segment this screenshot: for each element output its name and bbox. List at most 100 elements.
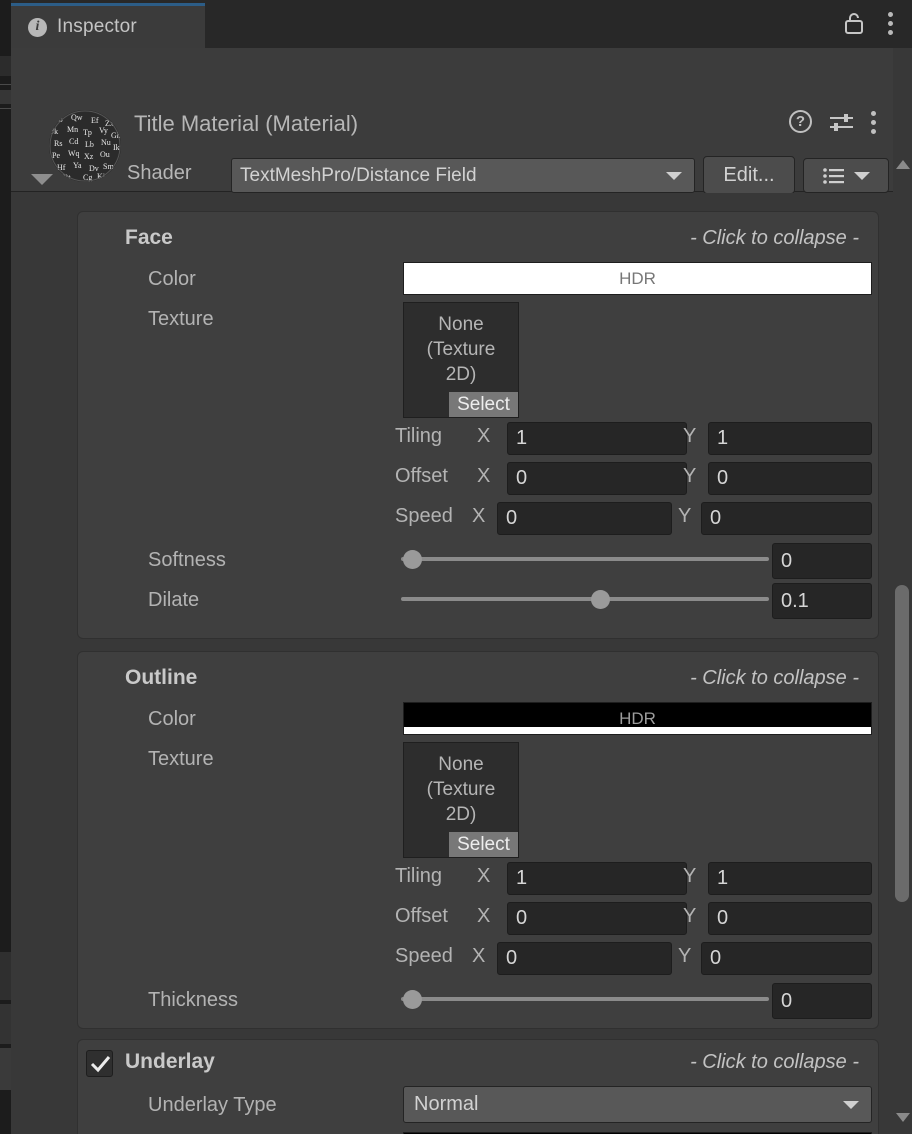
- face-tiling-y-field[interactable]: 1: [708, 422, 872, 455]
- face-offset-y-axis: Y: [683, 465, 696, 488]
- face-texture-line1: None: [404, 312, 518, 337]
- info-icon: i: [28, 18, 47, 37]
- face-color-swatch[interactable]: HDR: [403, 262, 872, 295]
- underlay-enable-checkbox[interactable]: [86, 1050, 113, 1077]
- outline-tiling-label: Tiling: [395, 865, 442, 888]
- outline-thickness-slider-knob[interactable]: [403, 990, 422, 1009]
- face-texture-label: Texture: [148, 308, 214, 331]
- face-tiling-y-axis: Y: [683, 425, 696, 448]
- face-texture-select-button[interactable]: Select: [449, 392, 518, 417]
- face-speed-x-axis: X: [472, 505, 485, 528]
- svg-text:Ef: Ef: [91, 116, 99, 125]
- outline-speed-y-axis: Y: [678, 945, 691, 968]
- outline-speed-x-axis: X: [472, 945, 485, 968]
- face-texture-line2: (Texture: [404, 337, 518, 362]
- svg-text:Ya: Ya: [73, 161, 82, 170]
- outline-texture-select-button[interactable]: Select: [449, 832, 518, 857]
- section-outline-collapse-hint[interactable]: - Click to collapse -: [690, 667, 859, 690]
- face-softness-value-field[interactable]: 0: [772, 543, 872, 579]
- outline-color-swatch[interactable]: HDR: [403, 702, 872, 735]
- lock-open-icon[interactable]: [844, 12, 864, 34]
- section-face-collapse-hint[interactable]: - Click to collapse -: [690, 227, 859, 250]
- adjacent-panel-strip: [0, 0, 11, 1134]
- outline-texture-line1: None: [404, 752, 518, 777]
- section-underlay-title: Underlay: [125, 1050, 215, 1074]
- face-softness-slider-track[interactable]: [401, 557, 769, 561]
- tab-inspector-label: Inspector: [57, 16, 137, 38]
- section-underlay[interactable]: Underlay - Click to collapse - Underlay …: [77, 1039, 879, 1134]
- face-tiling-x-field[interactable]: 1: [507, 422, 687, 455]
- face-speed-label: Speed: [395, 505, 453, 528]
- shader-dropdown-value: TextMeshPro/Distance Field: [240, 165, 477, 187]
- svg-text:Kj: Kj: [97, 172, 105, 181]
- face-tiling-label: Tiling: [395, 425, 442, 448]
- face-softness-slider-knob[interactable]: [403, 550, 422, 569]
- inspector-scrollbar[interactable]: [893, 48, 912, 1134]
- section-outline-title: Outline: [125, 666, 197, 690]
- face-speed-y-field[interactable]: 0: [701, 502, 872, 535]
- outline-speed-label: Speed: [395, 945, 453, 968]
- svg-text:Mn: Mn: [67, 125, 78, 134]
- face-speed-x-field[interactable]: 0: [497, 502, 672, 535]
- svg-text:Cd: Cd: [69, 137, 78, 146]
- material-preview-thumbnail[interactable]: AbQwEf ZxJkMn TpVyGh RsCdLb NuIkPe WqXzO…: [49, 110, 121, 182]
- scroll-down-arrow-icon[interactable]: [896, 1113, 910, 1122]
- shader-label: Shader: [127, 162, 192, 185]
- inspector-tab-bar: i Inspector: [11, 0, 912, 48]
- help-icon[interactable]: ?: [789, 110, 812, 133]
- outline-offset-y-field[interactable]: 0: [708, 902, 872, 935]
- inspector-body: Face - Click to collapse - Color HDR Tex…: [11, 193, 893, 1134]
- outline-tiling-y-field[interactable]: 1: [708, 862, 872, 895]
- shader-dropdown[interactable]: TextMeshPro/Distance Field: [231, 158, 695, 193]
- outline-speed-y-field[interactable]: 0: [701, 942, 872, 975]
- scrollbar-thumb[interactable]: [895, 585, 909, 902]
- svg-text:Qw: Qw: [71, 113, 83, 122]
- edit-shader-button[interactable]: Edit...: [703, 156, 795, 194]
- outline-speed-x-field[interactable]: 0: [497, 942, 672, 975]
- svg-text:Ou: Ou: [100, 150, 110, 159]
- underlay-type-label: Underlay Type: [148, 1094, 277, 1117]
- outline-tiling-x-field[interactable]: 1: [507, 862, 687, 895]
- chevron-down-icon: [854, 172, 870, 180]
- face-softness-label: Softness: [148, 549, 226, 572]
- face-dilate-slider-track[interactable]: [401, 597, 769, 601]
- face-color-hdr-tag: HDR: [619, 269, 656, 289]
- face-color-label: Color: [148, 268, 196, 291]
- face-offset-x-field[interactable]: 0: [507, 462, 687, 495]
- inspector-menu-icon[interactable]: [888, 12, 894, 36]
- outline-thickness-slider-track[interactable]: [401, 997, 769, 1001]
- outline-offset-x-field[interactable]: 0: [507, 902, 687, 935]
- tab-inspector[interactable]: i Inspector: [11, 3, 205, 48]
- scroll-up-arrow-icon[interactable]: [896, 160, 910, 169]
- underlay-type-dropdown[interactable]: Normal: [403, 1086, 872, 1123]
- shader-variants-button[interactable]: [803, 158, 889, 193]
- face-dilate-slider-knob[interactable]: [591, 590, 610, 609]
- preview-foldout-icon[interactable]: [31, 174, 53, 185]
- face-speed-y-axis: Y: [678, 505, 691, 528]
- section-face[interactable]: Face - Click to collapse - Color HDR Tex…: [77, 211, 879, 639]
- face-dilate-label: Dilate: [148, 589, 199, 612]
- outline-offset-label: Offset: [395, 905, 448, 928]
- svg-text:Nu: Nu: [101, 138, 111, 147]
- svg-text:Hf: Hf: [57, 163, 66, 172]
- outline-color-hdr-tag: HDR: [619, 709, 656, 729]
- face-dilate-value-field[interactable]: 0.1: [772, 583, 872, 619]
- face-texture-slot[interactable]: None (Texture 2D) Select: [403, 302, 519, 418]
- outline-color-label: Color: [148, 708, 196, 731]
- svg-text:Vy: Vy: [99, 126, 108, 135]
- outline-offset-y-axis: Y: [683, 905, 696, 928]
- chevron-down-icon: [666, 172, 682, 180]
- preset-sliders-icon[interactable]: [829, 111, 854, 133]
- section-face-title: Face: [125, 226, 173, 250]
- outline-texture-slot[interactable]: None (Texture 2D) Select: [403, 742, 519, 858]
- outline-texture-line3: 2D): [404, 802, 518, 827]
- face-offset-y-field[interactable]: 0: [708, 462, 872, 495]
- section-outline[interactable]: Outline - Click to collapse - Color HDR …: [77, 651, 879, 1029]
- outline-thickness-value-field[interactable]: 0: [772, 983, 872, 1019]
- outline-tiling-x-axis: X: [477, 865, 490, 888]
- outline-offset-x-axis: X: [477, 905, 490, 928]
- material-menu-icon[interactable]: [871, 111, 877, 133]
- section-underlay-collapse-hint[interactable]: - Click to collapse -: [690, 1051, 859, 1074]
- outline-texture-line2: (Texture: [404, 777, 518, 802]
- svg-text:Lb: Lb: [85, 140, 94, 149]
